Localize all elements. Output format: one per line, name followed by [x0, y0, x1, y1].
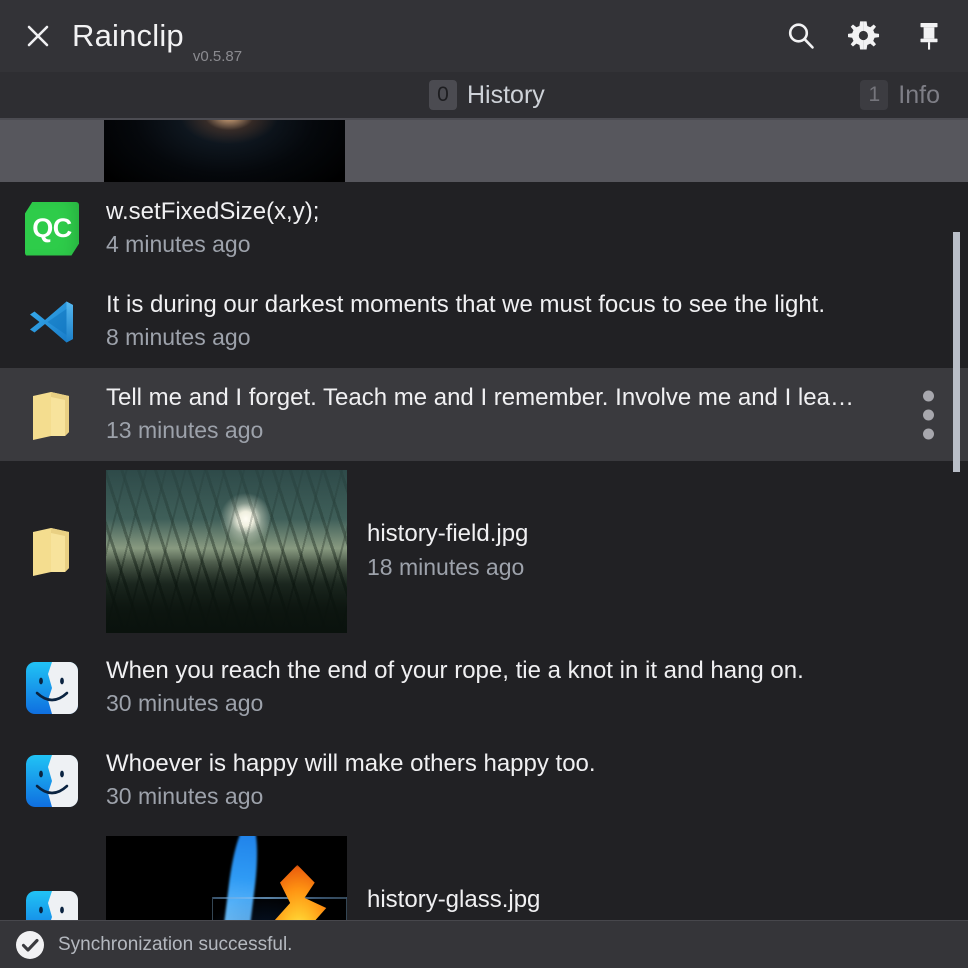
- tab-bar: 0 History 1 Info: [0, 72, 968, 120]
- fire-water-glass-thumb: [106, 836, 347, 921]
- clip-title: When you reach the end of your rope, tie…: [106, 656, 968, 687]
- list-item[interactable]: Tell me and I forget. Teach me and I rem…: [0, 368, 968, 461]
- field-sunset-thumb: [106, 470, 347, 633]
- clip-time: 30 minutes ago: [106, 689, 968, 719]
- list-item[interactable]: When you reach the end of your rope, tie…: [0, 641, 968, 734]
- history-list[interactable]: QC w.setFixedSize(x,y); 4 minutes ago: [0, 120, 968, 920]
- tab-history-badge: 0: [429, 80, 457, 110]
- finder-icon: [24, 889, 80, 920]
- close-icon[interactable]: [18, 16, 58, 56]
- list-item[interactable]: history-field.jpg 18 minutes ago: [0, 461, 968, 641]
- qt-creator-icon-label: QC: [25, 202, 79, 256]
- clip-title: w.setFixedSize(x,y);: [106, 197, 968, 228]
- row-text: history-glass.jpg 31 minutes ago: [367, 885, 968, 920]
- tab-info-label: Info: [898, 81, 940, 110]
- pin-icon[interactable]: [912, 19, 946, 53]
- clip-title: Whoever is happy will make others happy …: [106, 749, 968, 780]
- clip-title: Tell me and I forget. Teach me and I rem…: [106, 383, 898, 414]
- qt-creator-icon: QC: [24, 201, 80, 257]
- app-title: Rainclip: [72, 18, 184, 54]
- title-bar: Rainclip v0.5.87: [0, 0, 968, 72]
- clip-time: 18 minutes ago: [367, 553, 968, 583]
- row-text: history-field.jpg 18 minutes ago: [367, 519, 968, 583]
- search-icon[interactable]: [784, 19, 818, 53]
- row-body: history-glass.jpg 31 minutes ago: [106, 836, 968, 921]
- night-sky-thumb: [104, 120, 345, 182]
- row-text: When you reach the end of your rope, tie…: [106, 656, 968, 720]
- row-body: w.setFixedSize(x,y); 4 minutes ago: [106, 197, 968, 261]
- row-body: When you reach the end of your rope, tie…: [106, 656, 968, 720]
- scrollbar-thumb[interactable]: [953, 232, 960, 472]
- list-item[interactable]: history-glass.jpg 31 minutes ago: [0, 827, 968, 920]
- clip-time: 30 minutes ago: [106, 782, 968, 812]
- list-item[interactable]: It is during our darkest moments that we…: [0, 275, 968, 368]
- row-text: w.setFixedSize(x,y); 4 minutes ago: [106, 197, 968, 261]
- more-options-icon[interactable]: [923, 390, 934, 439]
- status-message: Synchronization successful.: [58, 934, 292, 956]
- rainclip-window: Rainclip v0.5.87: [0, 0, 968, 968]
- vscode-icon: [24, 294, 80, 350]
- clip-time: 31 minutes ago: [367, 919, 968, 920]
- row-text: Whoever is happy will make others happy …: [106, 749, 968, 813]
- row-text: It is during our darkest moments that we…: [106, 290, 968, 354]
- tab-history-label: History: [467, 81, 545, 110]
- status-bar: Synchronization successful.: [0, 920, 968, 968]
- clip-time: 13 minutes ago: [106, 416, 898, 446]
- tab-history[interactable]: 0 History: [423, 80, 551, 110]
- folder-icon: [24, 387, 80, 443]
- finder-icon: [24, 660, 80, 716]
- thumb-vignette: [106, 558, 347, 633]
- titlebar-actions: [784, 19, 946, 53]
- row-body: Whoever is happy will make others happy …: [106, 749, 968, 813]
- folder-icon: [24, 523, 80, 579]
- row-body: It is during our darkest moments that we…: [106, 290, 968, 354]
- gear-icon[interactable]: [848, 19, 882, 53]
- scrollbar-track[interactable]: [956, 120, 964, 920]
- row-body: history-field.jpg 18 minutes ago: [106, 470, 968, 633]
- list-item[interactable]: [0, 120, 968, 182]
- app-version: v0.5.87: [193, 48, 242, 65]
- clip-title: history-glass.jpg: [367, 885, 968, 916]
- clip-title: history-field.jpg: [367, 519, 968, 550]
- check-circle-icon: [14, 929, 46, 961]
- row-text: Tell me and I forget. Teach me and I rem…: [106, 383, 898, 447]
- clip-title: It is during our darkest moments that we…: [106, 290, 968, 321]
- tab-info-badge: 1: [860, 80, 888, 110]
- clip-time: 4 minutes ago: [106, 230, 968, 260]
- tab-info[interactable]: 1 Info: [854, 80, 946, 110]
- row-body: Tell me and I forget. Teach me and I rem…: [106, 383, 968, 447]
- clip-time: 8 minutes ago: [106, 323, 968, 353]
- list-item[interactable]: QC w.setFixedSize(x,y); 4 minutes ago: [0, 182, 968, 275]
- finder-icon: [24, 753, 80, 809]
- list-item[interactable]: Whoever is happy will make others happy …: [0, 734, 968, 827]
